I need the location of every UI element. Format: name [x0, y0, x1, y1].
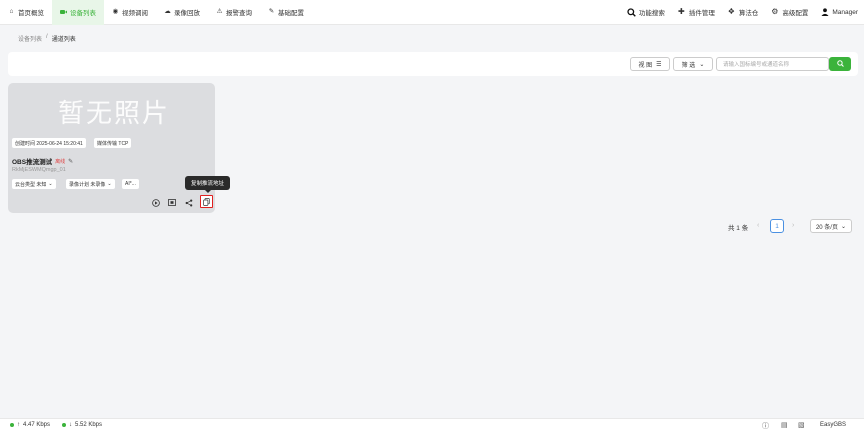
nav-item-label: 插件管理 — [688, 10, 715, 17]
nav-item-label: 基础配置 — [278, 10, 304, 17]
user-icon — [820, 8, 829, 17]
pager-page-button[interactable]: 1 — [770, 219, 784, 233]
nav-item-label: 录像回放 — [174, 10, 200, 17]
image-edit-icon[interactable]: ▧ — [798, 421, 805, 429]
chevron-down-icon: ⌄ — [699, 61, 705, 68]
nav-item-overview[interactable]: ⌂ 首页概览 — [0, 0, 52, 25]
nav-item-label: 设备列表 — [70, 10, 96, 17]
nav-item-video-view[interactable]: ◉ 视频调阅 — [104, 0, 156, 25]
gear-icon: ⚙ — [771, 7, 779, 16]
status-bar: ↑ 4.47 Kbps ↓ 5.52 Kbps ⓘ ▤ ▧ EasyGBS — [0, 418, 864, 432]
view-button-label: 视 图 — [638, 62, 653, 69]
chevron-down-icon: ⌄ — [107, 181, 112, 187]
edit-icon[interactable]: ✎ — [68, 158, 73, 165]
nav-item-label: 算法仓 — [738, 10, 759, 17]
ptz-type-label: 云台类型 未知 — [15, 181, 47, 188]
nav-item-alarm[interactable]: ⚠ 报警查询 — [208, 0, 260, 25]
filter-button-label: 筛 选 — [681, 62, 696, 69]
breadcrumb-current: 通道列表 — [51, 37, 76, 43]
transport-tag: 媒体传输 TCP — [94, 138, 132, 148]
ai-chip[interactable]: AI*... — [122, 179, 139, 189]
toolbar: 视 图 ☰ 筛 选 ⌄ 请输入国标编号或通道名称 — [8, 52, 858, 76]
status-dot-icon — [62, 423, 66, 427]
ptz-type-select[interactable]: 云台类型 未知 ⌄ — [12, 179, 56, 189]
nav-right: 功能搜索 ✚ 插件管理 ❖ 算法仓 ⚙ 高级配置 Manager — [621, 0, 864, 25]
nav-item-label: Manager — [832, 8, 858, 16]
play-circle-icon: ◉ — [112, 7, 119, 15]
share-icon[interactable] — [184, 198, 193, 207]
nav-item-config[interactable]: ✎ 基础配置 — [260, 0, 312, 25]
arrow-up-icon: ↑ — [17, 422, 20, 428]
nav-function-search[interactable]: 功能搜索 — [621, 0, 671, 25]
video-icon — [60, 9, 67, 16]
chevron-down-icon: ⌄ — [48, 181, 53, 187]
download-rate: ↓ 5.52 Kbps — [62, 422, 102, 428]
page-size-select[interactable]: 20 条/页 ⌄ — [810, 219, 852, 233]
channel-name-row: OBS推流测试 离线 ✎ — [12, 156, 73, 167]
copy-icon[interactable] — [200, 195, 213, 208]
status-dot-icon — [10, 423, 14, 427]
breadcrumb-parent[interactable]: 设备列表 — [18, 34, 42, 43]
no-photo-placeholder: 暂无照片 — [58, 99, 171, 129]
nav-plugin-manage[interactable]: ✚ 插件管理 — [671, 0, 721, 25]
edit-icon: ✎ — [268, 7, 275, 15]
breadcrumb: 设备列表 / 通道列表 — [18, 34, 76, 43]
search-icon — [627, 7, 636, 17]
arrow-down-icon: ↓ — [69, 422, 72, 428]
chevron-right-icon[interactable]: › — [792, 222, 794, 229]
nav-user-menu[interactable]: Manager — [814, 0, 864, 25]
upload-rate-value: 4.47 Kbps — [23, 422, 51, 428]
upload-rate: ↑ 4.47 Kbps — [10, 422, 50, 428]
chevron-left-icon[interactable]: ‹ — [757, 222, 759, 229]
nav-advanced-config[interactable]: ⚙ 高级配置 — [764, 0, 814, 25]
breadcrumb-separator: / — [46, 34, 48, 40]
device-id: RkMjESWMQmgp_01 — [12, 167, 66, 173]
record-plan-select[interactable]: 录像计划 未录像 ⌄ — [66, 179, 115, 189]
nav-item-device-list[interactable]: 设备列表 — [52, 0, 104, 25]
channel-card[interactable]: 暂无照片 创建时间 2025-06-24 15:20:41 媒体传输 TCP O… — [8, 83, 215, 213]
status-badge: 离线 — [55, 158, 66, 165]
nav-item-label: 报警查询 — [226, 10, 252, 17]
chevron-down-icon: ⌄ — [840, 223, 847, 230]
created-time-tag: 创建时间 2025-06-24 15:20:41 — [12, 138, 86, 148]
download-rate-value: 5.52 Kbps — [75, 422, 103, 428]
search-input[interactable]: 请输入国标编号或通道名称 — [716, 57, 829, 71]
page-size-label: 20 条/页 — [815, 224, 838, 231]
copy-push-url-tooltip: 复制推流地址 — [185, 176, 230, 193]
brand-label: EasyGBS — [820, 422, 847, 428]
search-icon — [836, 59, 844, 69]
snapshot-icon[interactable] — [167, 198, 176, 207]
document-icon[interactable]: ▤ — [781, 421, 788, 429]
nav-item-label: 高级配置 — [782, 10, 809, 17]
top-nav: ⌂ 首页概览 设备列表 ◉ 视频调阅 ☁ 录像回放 ⚠ 报警查询 ✎ 基础配置 … — [0, 0, 864, 25]
box-icon: ❖ — [727, 7, 735, 16]
nav-item-playback[interactable]: ☁ 录像回放 — [156, 0, 208, 25]
nav-algorithm-store[interactable]: ❖ 算法仓 — [721, 0, 765, 25]
help-icon[interactable]: ⓘ — [762, 421, 769, 431]
puzzle-icon: ✚ — [677, 7, 685, 16]
search-button[interactable] — [829, 57, 851, 71]
view-button[interactable]: 视 图 ☰ — [630, 57, 670, 71]
nav-item-label: 功能搜索 — [638, 10, 665, 17]
filter-button[interactable]: 筛 选 ⌄ — [673, 57, 713, 71]
alarm-icon: ⚠ — [216, 7, 223, 15]
nav-item-label: 视频调阅 — [122, 10, 148, 17]
list-icon: ☰ — [656, 61, 662, 68]
home-icon: ⌂ — [9, 7, 14, 15]
channel-name: OBS推流测试 — [12, 159, 53, 166]
play-icon[interactable] — [151, 198, 160, 207]
nav-item-label: 首页概览 — [18, 10, 44, 17]
record-plan-label: 录像计划 未录像 — [69, 181, 106, 188]
cloud-icon: ☁ — [164, 7, 171, 15]
pager-total: 共 1 条 — [728, 225, 749, 232]
